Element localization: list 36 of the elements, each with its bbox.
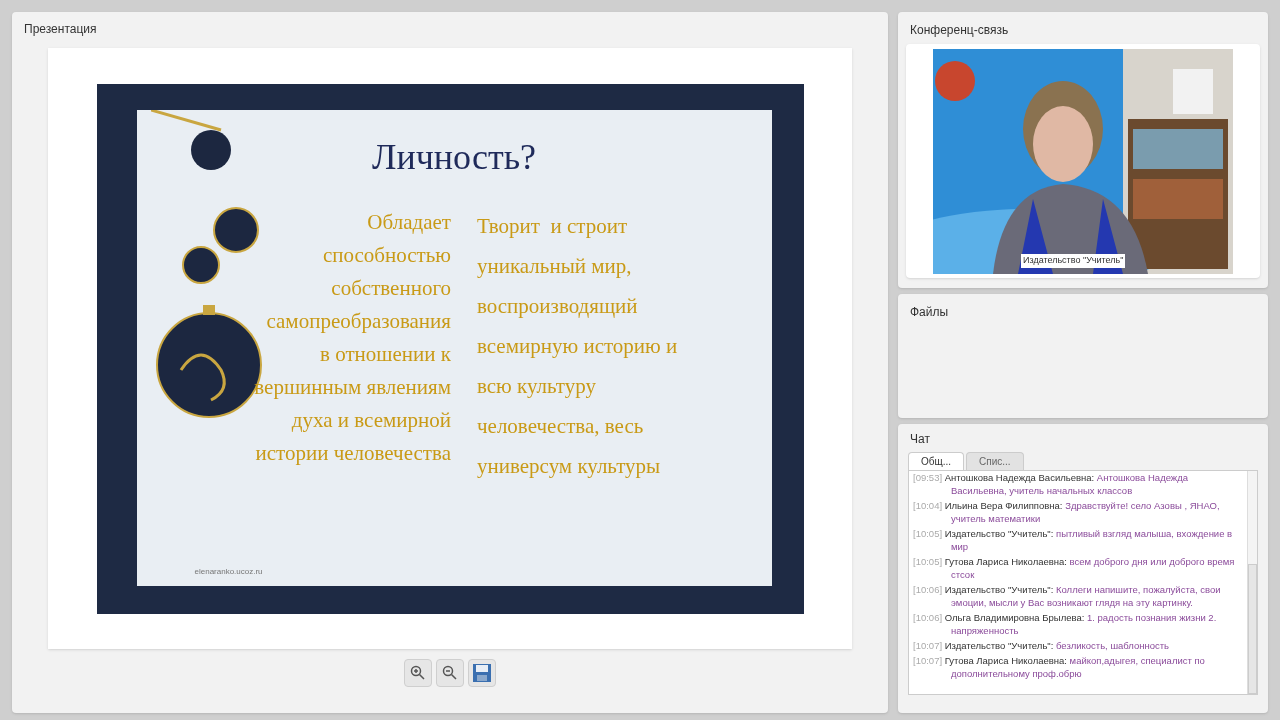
- chat-tab[interactable]: Общ...: [908, 452, 965, 470]
- zoom-out-icon: [442, 665, 458, 681]
- save-icon: [472, 663, 492, 683]
- slide-text-line: уникальный мир,: [477, 252, 632, 280]
- slide-text-line: воспроизводящий: [477, 292, 638, 320]
- slide-text-line: самопреобразования: [266, 307, 451, 335]
- chat-tab[interactable]: Спис...: [966, 452, 1024, 470]
- video-caption: Издательство "Учитель": [1021, 254, 1126, 268]
- scrollbar[interactable]: [1247, 471, 1257, 694]
- slide-footer: elenaranko.ucoz.ru: [194, 565, 263, 578]
- slide-text-line: вершинным явлениям: [254, 373, 451, 401]
- slide-text-line: способностью: [322, 241, 451, 269]
- chat-message: [10:07] Издательство "Учитель": безликость, шаблонность: [913, 639, 1171, 652]
- panel-title: Презентация: [23, 21, 98, 38]
- panel-title: Файлы: [909, 304, 950, 321]
- zoom-in-icon: [410, 665, 426, 681]
- slide-text-line: истории человечества: [255, 439, 451, 467]
- zoom-out-button[interactable]: [436, 659, 464, 687]
- panel-title: Чат: [909, 431, 931, 448]
- slide-text-line: человечества, весь: [477, 412, 644, 440]
- slide-text-line: духа и всемирной: [291, 406, 451, 434]
- slide-text-line: в отношении к: [320, 340, 451, 368]
- chat-message: [10:06] Издательство "Учитель": Коллеги напишите, пожалуйста, свои эмоции, мысли у Вас возникают глядя на эту картинку.: [913, 583, 1222, 609]
- slide-text-line: Творит и строит: [477, 212, 628, 240]
- chat-message: [10:05] Гутова Лариса Николаевна: всем доброго дня или доброго время стсок: [913, 555, 1236, 581]
- save-button[interactable]: [468, 659, 496, 687]
- chat-message: [10:07] Гутова Лариса Николаевна: майкоп,адыгея, специалист по дополнительному проф.обрю: [913, 654, 1206, 680]
- panel-title: Конференц-связь: [909, 22, 1010, 39]
- zoom-in-button[interactable]: [404, 659, 432, 687]
- chat-message: [09:53] Антошкова Надежда Васильевна: Антошкова Надежда Васильевна, учитель начальных классов: [913, 471, 1190, 497]
- slide-text-line: универсум культуры: [477, 452, 661, 480]
- slide-text-line: собственного: [331, 274, 451, 302]
- slide-text-line: всю культуру: [477, 372, 596, 400]
- slide-title: Личность?: [371, 135, 537, 179]
- slide-text-line: всемирную историю и: [477, 332, 678, 360]
- slide-text-line: Обладает: [367, 208, 451, 236]
